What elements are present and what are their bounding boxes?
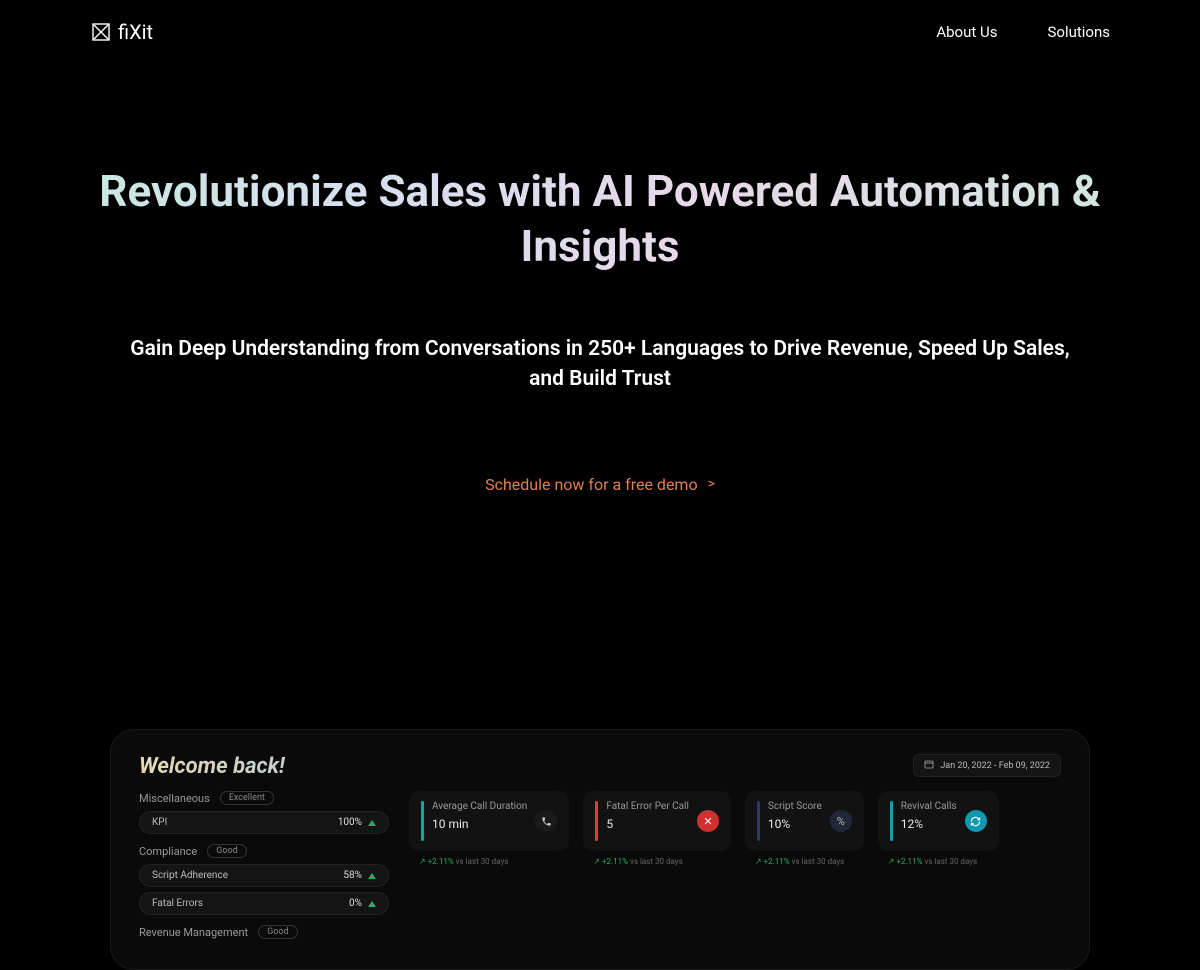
card-value: 10 min xyxy=(432,817,527,831)
card-avg-duration: Average Call Duration 10 min ↗ +2.11% vs… xyxy=(409,791,569,866)
hero-section: Revolutionize Sales with AI Powered Auto… xyxy=(0,64,1200,494)
primary-nav: About Us Solutions xyxy=(936,23,1110,41)
card-inner[interactable]: Script Score 10% % xyxy=(745,791,864,851)
status-badge: Good xyxy=(207,844,246,858)
chevron-right-icon: > xyxy=(708,476,715,492)
card-inner[interactable]: Revival Calls 12% xyxy=(878,791,999,851)
kpi-value: 0% xyxy=(349,898,362,909)
card-value: 12% xyxy=(901,817,957,831)
card-inner[interactable]: Average Call Duration 10 min xyxy=(409,791,569,851)
date-range-value: Jan 20, 2022 - Feb 09, 2022 xyxy=(940,761,1050,771)
trend-up-icon xyxy=(368,820,376,826)
nav-solutions[interactable]: Solutions xyxy=(1047,23,1110,41)
card-title: Script Score xyxy=(768,801,822,813)
close-icon: ✕ xyxy=(697,810,719,832)
card-title: Average Call Duration xyxy=(432,801,527,813)
schedule-demo-link[interactable]: Schedule now for a free demo > xyxy=(485,475,715,494)
status-badge: Excellent xyxy=(220,791,274,805)
percent-icon: % xyxy=(830,810,852,832)
accent-bar xyxy=(757,801,760,841)
card-delta: ↗ +2.11% vs last 30 days xyxy=(745,857,864,866)
section-compliance: Compliance Good xyxy=(139,844,389,858)
phone-icon xyxy=(535,810,557,832)
brand-logo[interactable]: fiXit xyxy=(90,20,153,44)
card-value: 10% xyxy=(768,817,822,831)
trend-up-icon xyxy=(368,901,376,907)
welcome-heading: Welcome back! xyxy=(139,754,389,779)
card-title: Fatal Error Per Call xyxy=(606,801,689,813)
refresh-icon xyxy=(965,810,987,832)
kpi-row[interactable]: Fatal Errors 0% xyxy=(139,892,389,915)
card-revival: Revival Calls 12% ↗ +2.11% vs last 30 da… xyxy=(878,791,999,866)
dashboard-sidebar: Welcome back! Miscellaneous Excellent KP… xyxy=(139,754,389,945)
kpi-value: 100% xyxy=(338,817,362,828)
card-inner[interactable]: Fatal Error Per Call 5 ✕ xyxy=(583,791,731,851)
kpi-row[interactable]: Script Adherence 58% xyxy=(139,864,389,887)
calendar-icon xyxy=(924,759,934,772)
card-title: Revival Calls xyxy=(901,801,957,813)
accent-bar xyxy=(595,801,598,841)
card-value: 5 xyxy=(606,817,689,831)
dashboard-main: Jan 20, 2022 - Feb 09, 2022 Average Call… xyxy=(409,754,1061,945)
section-label: Revenue Management xyxy=(139,926,248,939)
section-misc: Miscellaneous Excellent xyxy=(139,791,389,805)
logo-icon xyxy=(90,21,112,43)
card-delta: ↗ +2.11% vs last 30 days xyxy=(583,857,731,866)
card-delta: ↗ +2.11% vs last 30 days xyxy=(878,857,999,866)
dashboard-preview: Welcome back! Miscellaneous Excellent KP… xyxy=(110,729,1090,970)
metric-cards: Average Call Duration 10 min ↗ +2.11% vs… xyxy=(409,791,1061,866)
section-revenue: Revenue Management Good xyxy=(139,925,389,939)
site-header: fiXit About Us Solutions xyxy=(0,0,1200,64)
accent-bar xyxy=(421,801,424,841)
date-range-picker[interactable]: Jan 20, 2022 - Feb 09, 2022 xyxy=(913,754,1061,777)
hero-subtitle: Gain Deep Understanding from Conversatio… xyxy=(125,334,1075,395)
kpi-label: Script Adherence xyxy=(152,870,228,881)
kpi-label: KPI xyxy=(152,817,167,828)
kpi-row[interactable]: KPI 100% xyxy=(139,811,389,834)
trend-up-icon xyxy=(368,873,376,879)
card-fatal-error: Fatal Error Per Call 5 ✕ ↗ +2.11% vs las… xyxy=(583,791,731,866)
hero-title: Revolutionize Sales with AI Powered Auto… xyxy=(50,164,1150,274)
date-row: Jan 20, 2022 - Feb 09, 2022 xyxy=(409,754,1061,777)
cta-label: Schedule now for a free demo xyxy=(485,475,698,494)
card-delta: ↗ +2.11% vs last 30 days xyxy=(409,857,569,866)
status-badge: Good xyxy=(258,925,297,939)
accent-bar xyxy=(890,801,893,841)
card-script-score: Script Score 10% % ↗ +2.11% vs last 30 d… xyxy=(745,791,864,866)
kpi-value: 58% xyxy=(343,870,362,881)
section-label: Miscellaneous xyxy=(139,792,210,805)
section-label: Compliance xyxy=(139,845,197,858)
kpi-label: Fatal Errors xyxy=(152,898,203,909)
nav-about[interactable]: About Us xyxy=(936,23,997,41)
brand-name: fiXit xyxy=(118,20,153,44)
